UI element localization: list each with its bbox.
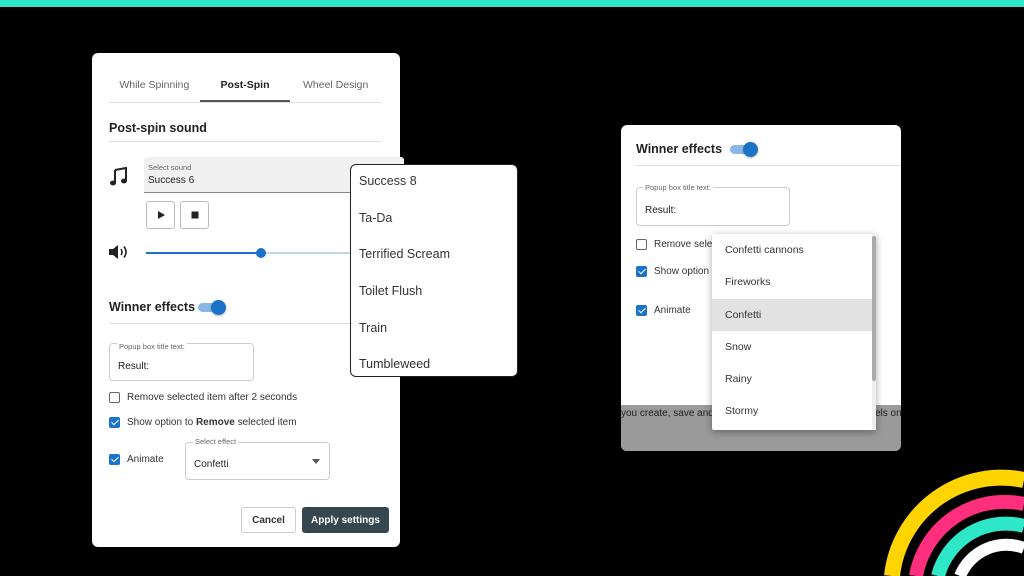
sound-options-menu: Success 8 Ta-Da Terrified Scream Toilet Flu… bbox=[350, 164, 518, 377]
show-remove-checkbox[interactable] bbox=[109, 417, 120, 428]
right-show-option[interactable]: Show option bbox=[636, 266, 709, 277]
right-animate-label: Animate bbox=[654, 305, 691, 316]
effect-option[interactable]: Confetti cannons bbox=[712, 234, 876, 266]
right-winner-effects-title: Winner effects bbox=[636, 142, 723, 156]
top-accent-stripe bbox=[0, 0, 1024, 7]
show-remove-label-suffix: selected item bbox=[234, 417, 297, 428]
right-popup-title-label: Popup box title text: bbox=[643, 183, 713, 192]
right-show-label: Show option bbox=[654, 266, 710, 277]
select-effect-field[interactable]: Select effect Confetti bbox=[185, 437, 330, 480]
sound-option[interactable]: Success 8 bbox=[351, 166, 517, 203]
tab-wheel-design[interactable]: Wheel Design bbox=[290, 69, 381, 102]
effect-option[interactable]: Fireworks bbox=[712, 266, 876, 298]
popup-title-label: Popup box title text: bbox=[117, 342, 187, 351]
winner-effects-title: Winner effects bbox=[109, 300, 196, 314]
sound-option[interactable]: Terrified Scream bbox=[351, 239, 517, 276]
menu-scrollbar[interactable] bbox=[872, 234, 876, 430]
effect-options-menu: Confetti cannons Fireworks Confetti Snow Rai… bbox=[712, 234, 876, 430]
effect-option[interactable]: Confetti bbox=[712, 298, 876, 331]
sound-option[interactable]: Toilet Flush bbox=[351, 276, 517, 313]
select-effect-label: Select effect bbox=[193, 437, 239, 446]
right-winner-effects-toggle[interactable] bbox=[730, 142, 758, 157]
section-divider bbox=[109, 323, 381, 324]
play-button[interactable] bbox=[146, 201, 175, 229]
background-text-right: els on bbox=[875, 408, 901, 419]
popup-title-field[interactable]: Popup box title text: Result: bbox=[109, 342, 254, 381]
play-icon bbox=[157, 211, 165, 219]
section-divider bbox=[109, 141, 381, 142]
show-remove-label-bold: Remove bbox=[195, 417, 235, 428]
effect-options-list: Confetti cannons Fireworks Confetti Snow Rai… bbox=[712, 234, 876, 428]
right-animate-checkbox[interactable] bbox=[636, 305, 647, 316]
right-popup-title-value: Result: bbox=[645, 205, 677, 216]
right-popup-title-field[interactable]: Popup box title text: Result: bbox=[636, 183, 790, 226]
right-remove-option[interactable]: Remove sele bbox=[636, 239, 712, 250]
decorative-arcs bbox=[884, 469, 1024, 576]
sound-option[interactable]: Train bbox=[351, 313, 517, 350]
right-remove-checkbox[interactable] bbox=[636, 239, 647, 250]
background-text-left: you create, save and bbox=[621, 408, 714, 419]
stop-button[interactable] bbox=[180, 201, 209, 229]
effect-option[interactable]: Rainy bbox=[712, 363, 876, 395]
select-effect-value: Confetti bbox=[194, 459, 229, 470]
toggle-knob bbox=[743, 142, 758, 157]
tab-while-spinning[interactable]: While Spinning bbox=[109, 69, 200, 102]
menu-scrollbar-thumb[interactable] bbox=[872, 236, 876, 381]
volume-slider-fill bbox=[146, 252, 262, 254]
section-divider bbox=[636, 165, 901, 166]
post-spin-sound-title: Post-spin sound bbox=[109, 121, 207, 135]
winner-effects-toggle[interactable] bbox=[198, 300, 226, 315]
toggle-knob bbox=[211, 300, 226, 315]
show-remove-option[interactable]: Show option to Remove selected item bbox=[109, 417, 297, 428]
tab-post-spin[interactable]: Post-Spin bbox=[199, 69, 291, 102]
sound-option[interactable]: Ta-Da bbox=[351, 203, 517, 240]
cancel-button[interactable]: Cancel bbox=[241, 507, 296, 533]
right-show-checkbox[interactable] bbox=[636, 266, 647, 277]
sound-option[interactable]: Tumbleweed bbox=[351, 349, 517, 386]
volume-icon bbox=[109, 245, 127, 259]
remove-after-label: Remove selected item after 2 seconds bbox=[127, 392, 298, 403]
volume-slider-thumb[interactable] bbox=[256, 248, 267, 258]
animate-label: Animate bbox=[127, 454, 164, 465]
right-animate-option[interactable]: Animate bbox=[636, 305, 691, 316]
animate-checkbox[interactable] bbox=[109, 454, 120, 465]
remove-after-checkbox[interactable] bbox=[109, 392, 120, 403]
effect-option[interactable]: Stormy bbox=[712, 395, 876, 427]
right-remove-label: Remove sele bbox=[654, 239, 713, 250]
stop-icon bbox=[191, 211, 198, 219]
animate-option[interactable]: Animate bbox=[109, 454, 164, 465]
show-remove-label-prefix: Show option to bbox=[127, 417, 196, 428]
apply-settings-button[interactable]: Apply settings bbox=[302, 507, 389, 533]
popup-title-value: Result: bbox=[118, 361, 150, 372]
caret-down-icon bbox=[312, 459, 320, 464]
select-sound-value: Success 6 bbox=[148, 175, 195, 186]
select-sound-label: Select sound bbox=[148, 163, 192, 172]
effect-option[interactable]: Snow bbox=[712, 331, 876, 363]
remove-after-option[interactable]: Remove selected item after 2 seconds bbox=[109, 392, 297, 403]
tab-bar: While Spinning Post-Spin Wheel Design bbox=[109, 69, 381, 103]
music-note-icon bbox=[110, 167, 127, 186]
